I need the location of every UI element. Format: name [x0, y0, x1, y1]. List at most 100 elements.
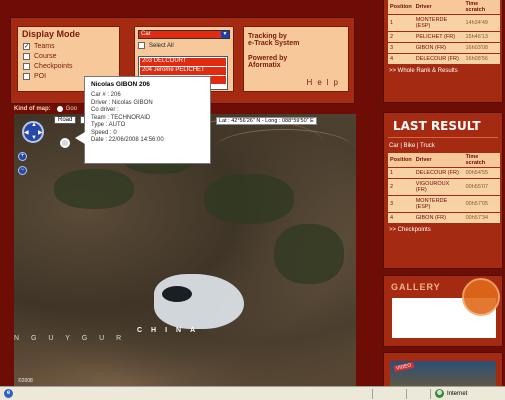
whole-rank-link[interactable]: >> Whole Rank & Results: [384, 64, 502, 78]
page: Display Mode ✓ Teams Course Checkpoints P…: [0, 0, 505, 400]
browser-status-bar: e ◍ Internet: [0, 386, 505, 400]
cell-position: 2: [388, 31, 414, 43]
cell-time: 16h03'08: [463, 42, 500, 54]
popup-line: Team : TECHNORAID: [91, 114, 151, 121]
cell-driver: MONTERDE (ESP): [413, 14, 464, 32]
table-row: 1 DELECOUR (FR) 00h54'55: [388, 167, 500, 179]
checkpoints-link[interactable]: >> Checkpoints: [384, 223, 502, 237]
popup-line: Driver : Nicolas GIBON: [91, 99, 153, 106]
cell-driver: MONTERDE (ESP): [413, 195, 464, 213]
globe-icon: ◍: [435, 389, 444, 398]
popup-title: Nicolas GIBON 206: [91, 81, 150, 88]
list-item[interactable]: 203 DELCOURT: [140, 58, 226, 66]
status-section: [406, 388, 426, 399]
popup-line: Speed : 0: [91, 129, 117, 136]
cell-time: 14h34'49: [463, 14, 500, 32]
option-label: Checkpoints: [34, 62, 73, 70]
security-zone: ◍ Internet: [430, 388, 505, 399]
cell-driver: GIBON (FR): [413, 212, 464, 223]
event-stamp-logo: [462, 278, 500, 316]
cell-driver: PELICHET (FR): [413, 31, 464, 43]
table-header: Position Driver Time scratch: [388, 0, 500, 15]
last-result-box: LAST RESULT Car | Bike | Truck Position …: [383, 112, 503, 269]
cell-position: 1: [388, 14, 414, 32]
cell-position: 4: [388, 53, 414, 64]
pan-up-icon[interactable]: ▲: [31, 122, 37, 128]
cell-position: 1: [388, 167, 414, 179]
cell-time: 15h46'13: [463, 31, 500, 43]
map-terrain: [54, 169, 134, 209]
map-terrain: [274, 224, 344, 284]
cell-time: 00h57'05: [463, 195, 500, 213]
option-label: POI: [34, 72, 47, 80]
select-all[interactable]: Select All: [138, 42, 230, 49]
checkbox-course[interactable]: [23, 52, 30, 60]
popup-line: Co driver :: [91, 107, 119, 113]
column-header: Driver: [413, 153, 464, 168]
category-dropdown[interactable]: Car ▼: [138, 30, 230, 39]
whole-rank-table: Position Driver Time scratch 1 MONTERDE (…: [388, 0, 500, 64]
cell-position: 3: [388, 195, 414, 213]
table-header: Position Driver Time scratch: [388, 153, 500, 168]
ie-page-icon: e: [4, 389, 13, 398]
road-view-button[interactable]: Road: [54, 116, 77, 124]
option-checkpoints[interactable]: Checkpoints: [18, 61, 119, 71]
dropdown-value: Car: [141, 31, 151, 37]
pan-left-icon[interactable]: ◀: [24, 129, 29, 136]
checkbox-poi[interactable]: [23, 72, 30, 80]
zone-label: Internet: [447, 390, 468, 397]
cell-time: 00h55'07: [463, 178, 500, 196]
popup-line: Type : AUTO: [91, 122, 126, 128]
cell-position: 3: [388, 42, 414, 54]
map-kind-option[interactable]: Goo: [66, 106, 77, 112]
checkbox-checkpoints[interactable]: [23, 62, 30, 70]
pan-down-icon[interactable]: ▼: [31, 135, 37, 141]
cell-driver: DELECOUR (FR): [413, 167, 464, 179]
map-terrain: [204, 174, 294, 224]
zoom-out-icon[interactable]: −: [18, 166, 27, 175]
table-row: 3 GIBON (FR) 16h03'08: [388, 42, 500, 54]
cell-position: 4: [388, 212, 414, 223]
cell-driver: GIBON (FR): [413, 42, 464, 54]
select-all-label: Select All: [149, 42, 174, 49]
popup-line: Car # : 206: [91, 92, 121, 98]
right-sidebar: Position Driver Time scratch 1 MONTERDE (…: [383, 0, 503, 400]
option-label: Course: [34, 52, 57, 60]
list-item[interactable]: 204 Jerome PELICHET: [140, 67, 226, 75]
cell-driver: VIGOUROUX (FR): [413, 178, 464, 196]
map-pan-control[interactable]: ▲ ▼ ◀ ▶: [22, 121, 44, 143]
powered-by-link[interactable]: Aformatix: [244, 62, 348, 69]
vehicle-marker-icon[interactable]: [60, 138, 70, 148]
map-lake: [162, 286, 192, 302]
help-link[interactable]: Help: [307, 78, 343, 87]
pan-right-icon[interactable]: ▶: [38, 129, 43, 136]
map-label-china: CHINA: [137, 327, 205, 334]
zoom-in-icon[interactable]: +: [18, 152, 27, 161]
video-badge: VIDEO: [393, 362, 414, 372]
table-row: 4 GIBON (FR) 00h57'34: [388, 212, 500, 223]
coordinates-readout: Lat : 42°56'26" N - Long : 088°59'50" E: [216, 117, 317, 125]
option-teams[interactable]: ✓ Teams: [18, 41, 119, 51]
last-result-table: Position Driver Time scratch 1 DELECOUR (…: [388, 153, 500, 223]
column-header: Time scratch: [463, 0, 500, 15]
powered-label: Powered by: [248, 55, 288, 62]
popup-line: Date : 22/06/2008 14:56:00: [91, 137, 164, 143]
option-course[interactable]: Course: [18, 51, 119, 61]
vehicle-filter-links[interactable]: Car | Bike | Truck: [384, 143, 502, 153]
cell-time: 00h57'34: [463, 212, 500, 223]
tracking-system[interactable]: e-Track System: [244, 40, 348, 47]
cell-time: 16h08'56: [463, 53, 500, 64]
whole-rank-box: Position Driver Time scratch 1 MONTERDE (…: [383, 0, 503, 103]
checkbox-teams[interactable]: ✓: [23, 42, 30, 50]
column-header: Position: [388, 0, 414, 15]
tracking-panel: Tracking by e-Track System Powered by Af…: [243, 26, 349, 92]
gallery-box: GALLERY: [383, 275, 503, 347]
map-kind-radio[interactable]: [56, 105, 63, 112]
display-mode-title: Display Mode: [22, 29, 81, 39]
column-header: Time scratch: [463, 153, 500, 168]
popup-pointer: [75, 132, 85, 144]
map-copyright: ©2008: [18, 378, 33, 384]
chevron-down-icon[interactable]: ▼: [221, 31, 229, 38]
table-row: 2 PELICHET (FR) 15h46'13: [388, 31, 500, 43]
checkbox-select-all[interactable]: [138, 42, 145, 49]
